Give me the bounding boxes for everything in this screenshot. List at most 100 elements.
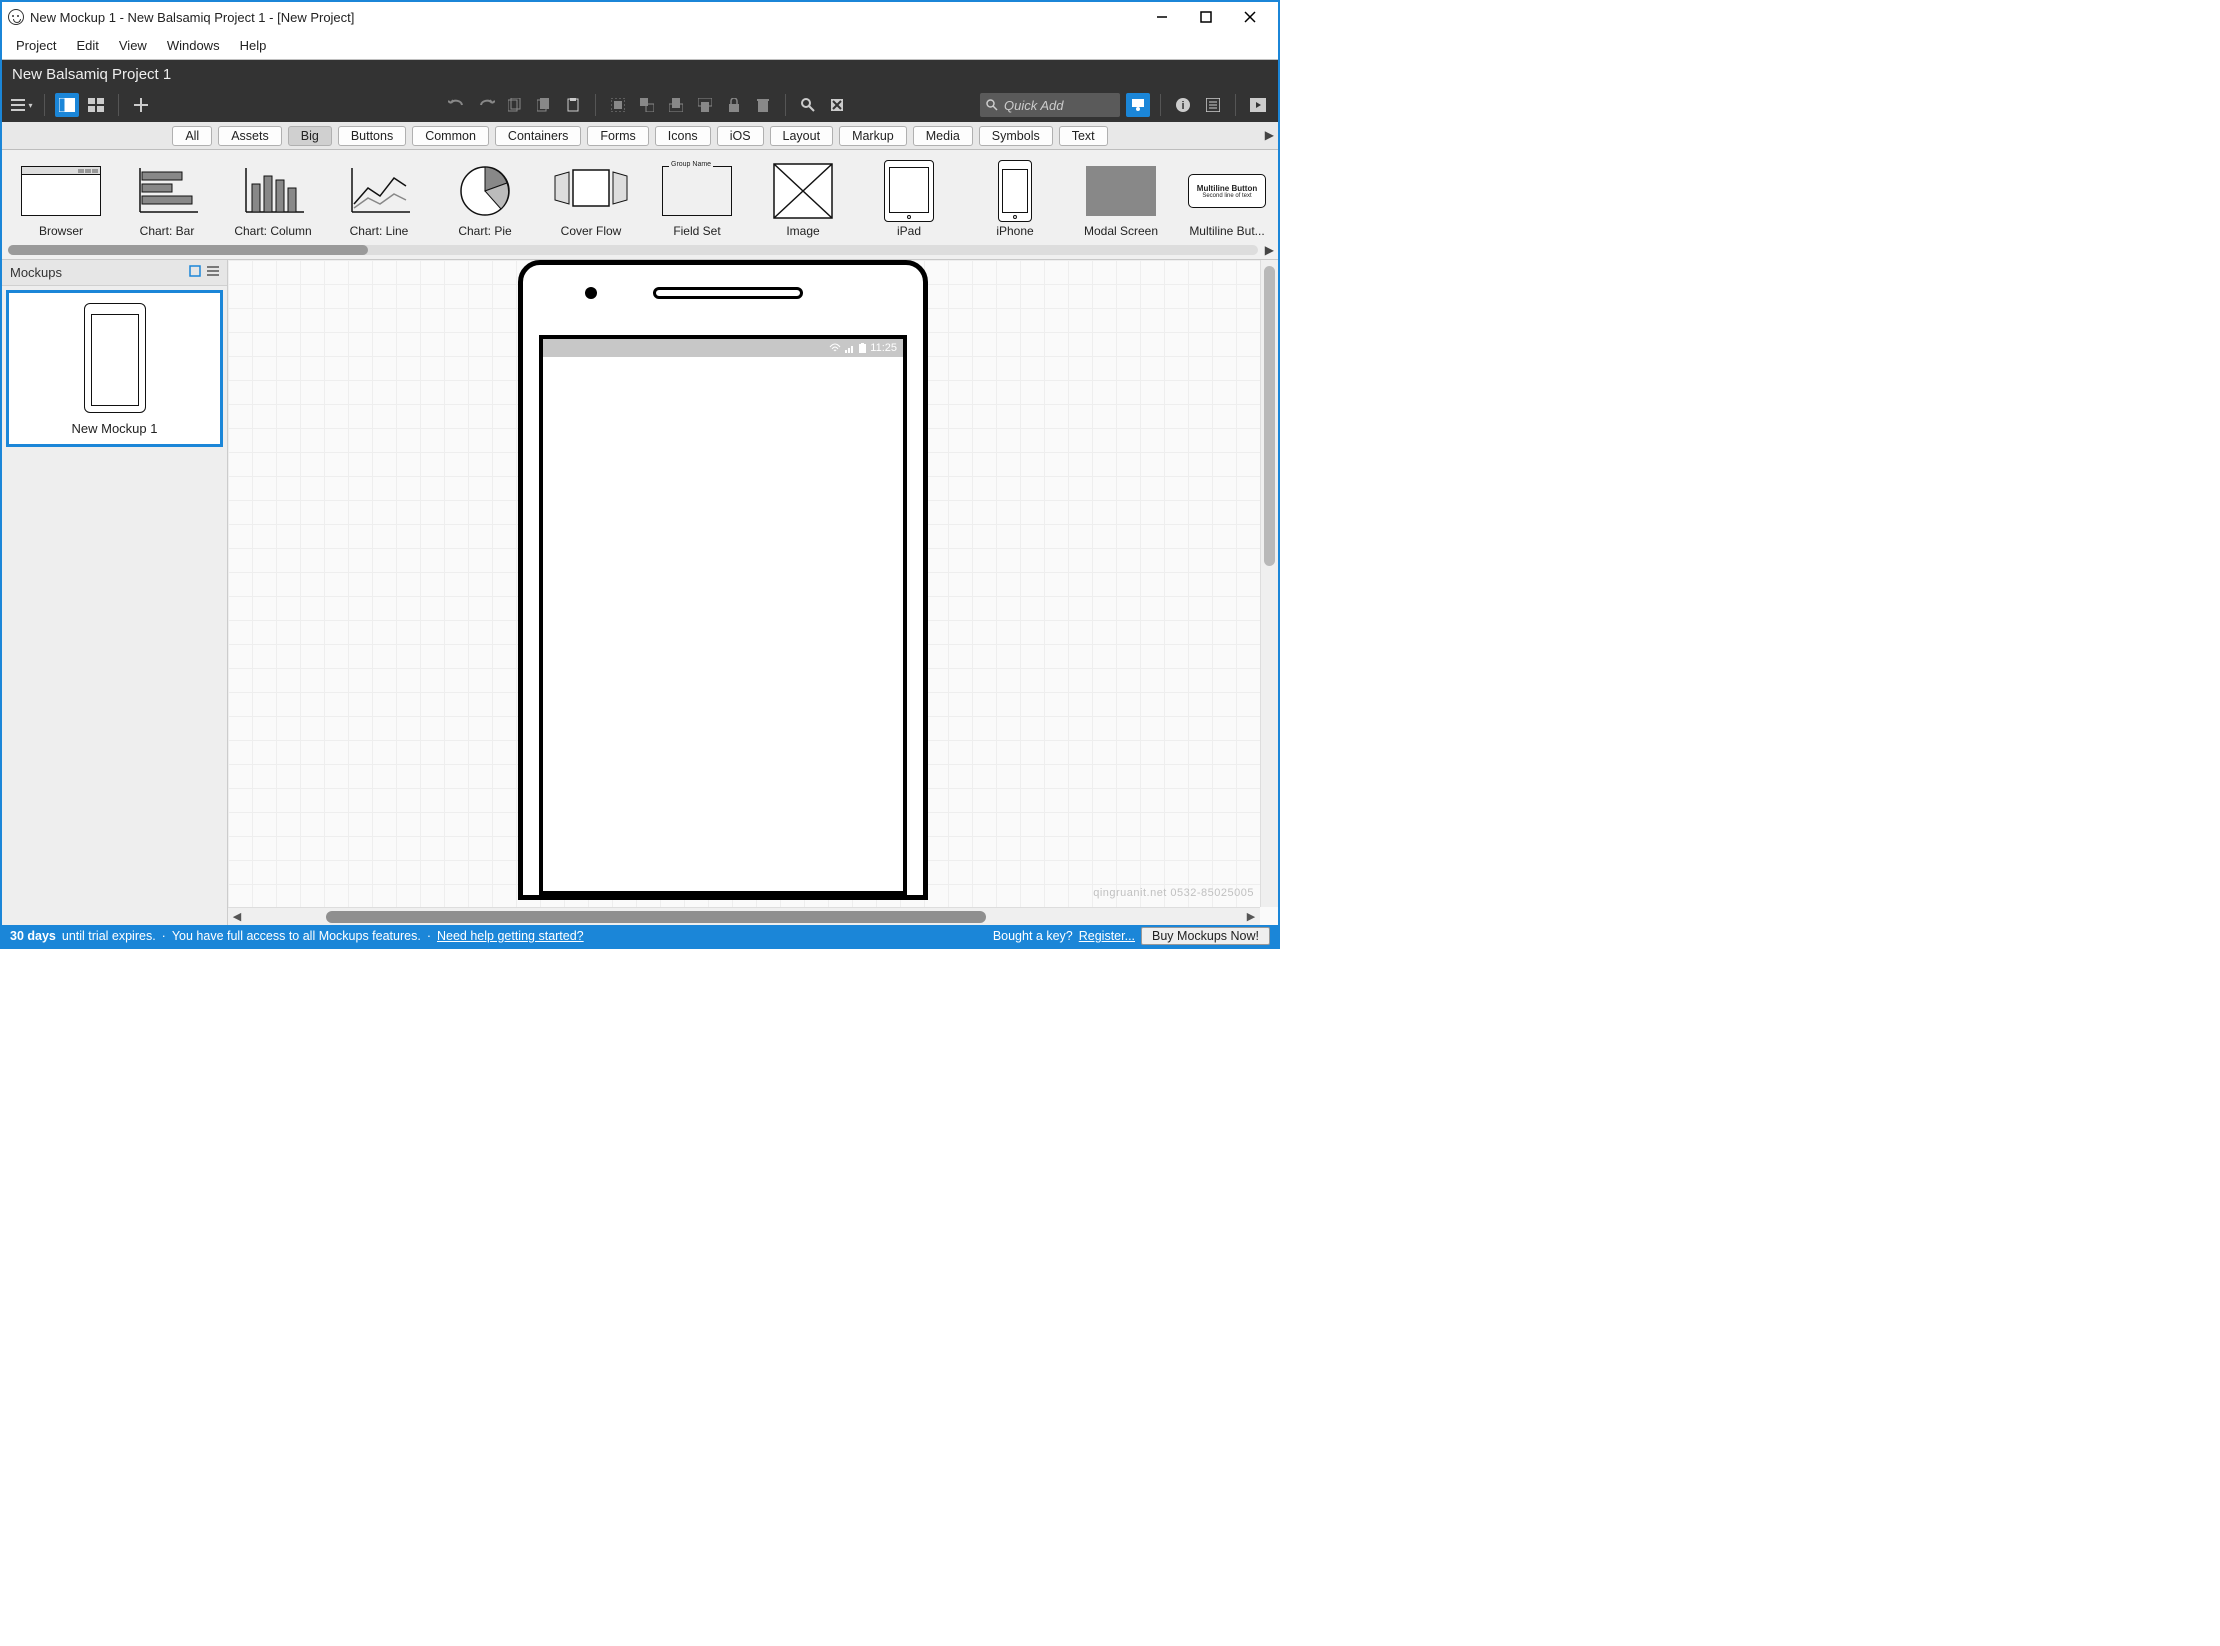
lib-label: Chart: Column <box>220 224 326 238</box>
view-split-icon[interactable] <box>55 93 79 117</box>
quick-add-placeholder: Quick Add <box>1004 98 1064 113</box>
help-getting-started-link[interactable]: Need help getting started? <box>437 929 584 943</box>
libtab-common[interactable]: Common <box>412 126 489 146</box>
libtab-icons[interactable]: Icons <box>655 126 711 146</box>
canvas-vertical-scrollbar[interactable] <box>1260 260 1278 907</box>
window-title: New Mockup 1 - New Balsamiq Project 1 - … <box>30 10 354 25</box>
trial-expires-text: until trial expires. <box>62 929 156 943</box>
android-phone-control[interactable]: 11:25 <box>518 260 928 900</box>
properties-panel-icon[interactable] <box>1201 93 1225 117</box>
hamburger-menu-icon[interactable]: ▾ <box>10 93 34 117</box>
app-smiley-icon <box>8 9 24 25</box>
libtab-markup[interactable]: Markup <box>839 126 907 146</box>
libtab-forms[interactable]: Forms <box>587 126 648 146</box>
view-grid-icon[interactable] <box>84 93 108 117</box>
lib-item-multiline-button[interactable]: Multiline ButtonSecond line of text Mult… <box>1174 158 1278 238</box>
navigator-view-toggle-icon[interactable] <box>189 265 201 280</box>
lib-item-iphone[interactable]: iPhone <box>962 158 1068 238</box>
mockup-thumbnail[interactable]: New Mockup 1 <box>6 290 223 447</box>
fullscreen-present-icon[interactable] <box>1246 93 1270 117</box>
library-category-tabs: All Assets Big Buttons Common Containers… <box>2 122 1278 150</box>
window-maximize-button[interactable] <box>1184 3 1228 31</box>
buy-mockups-button[interactable]: Buy Mockups Now! <box>1141 927 1270 945</box>
scroll-left-icon[interactable]: ◀ <box>228 910 246 923</box>
lib-label: Chart: Pie <box>432 224 538 238</box>
menu-edit[interactable]: Edit <box>66 35 108 56</box>
lock-icon[interactable] <box>722 93 746 117</box>
libtab-layout[interactable]: Layout <box>770 126 834 146</box>
libtab-all[interactable]: All <box>172 126 212 146</box>
scroll-right-icon[interactable]: ▶ <box>1242 910 1260 923</box>
canvas-horizontal-scrollbar[interactable]: ◀ ▶ <box>228 907 1260 925</box>
copy-alt-icon[interactable] <box>532 93 556 117</box>
lib-item-chart-line[interactable]: Chart: Line <box>326 158 432 238</box>
library-horizontal-scrollbar[interactable] <box>8 245 1258 255</box>
libtab-assets[interactable]: Assets <box>218 126 282 146</box>
lib-label: Chart: Bar <box>114 224 220 238</box>
menu-project[interactable]: Project <box>6 35 66 56</box>
menu-view[interactable]: View <box>109 35 157 56</box>
menu-help[interactable]: Help <box>230 35 277 56</box>
copy-icon[interactable] <box>503 93 527 117</box>
trial-footer-bar: 30 days until trial expires. · You have … <box>2 925 1278 947</box>
lib-item-modal-screen[interactable]: Modal Screen <box>1068 158 1174 238</box>
libtab-big[interactable]: Big <box>288 126 332 146</box>
lib-item-field-set[interactable]: Group Name Field Set <box>644 158 750 238</box>
lib-item-chart-column[interactable]: Chart: Column <box>220 158 326 238</box>
info-icon[interactable]: i <box>1171 93 1195 117</box>
project-name-bar: New Balsamiq Project 1 <box>2 60 1278 88</box>
svg-text:i: i <box>1181 100 1184 112</box>
libtab-buttons[interactable]: Buttons <box>338 126 406 146</box>
lib-label: iPhone <box>962 224 1068 238</box>
mockup-thumbnail-label: New Mockup 1 <box>9 421 220 440</box>
markup-toggle-icon[interactable] <box>825 93 849 117</box>
bring-front-icon[interactable] <box>664 93 688 117</box>
canvas[interactable]: 11:25 ◀ ▶ qingruanit.net 0532-85025005 <box>228 260 1278 925</box>
ungroup-icon[interactable] <box>635 93 659 117</box>
lib-item-image[interactable]: Image <box>750 158 856 238</box>
signal-icon <box>845 343 855 353</box>
phone-screen: 11:25 <box>539 335 907 895</box>
menu-windows[interactable]: Windows <box>157 35 230 56</box>
navigator-panel: Mockups New Mockup 1 <box>2 260 228 925</box>
libtab-text[interactable]: Text <box>1059 126 1108 146</box>
watermark-text: qingruanit.net 0532-85025005 <box>1093 887 1254 899</box>
lib-item-ipad[interactable]: iPad <box>856 158 962 238</box>
lib-label: Browser <box>8 224 114 238</box>
lib-item-chart-bar[interactable]: Chart: Bar <box>114 158 220 238</box>
libtab-ios[interactable]: iOS <box>717 126 764 146</box>
send-back-icon[interactable] <box>693 93 717 117</box>
paste-icon[interactable] <box>561 93 585 117</box>
window-titlebar: New Mockup 1 - New Balsamiq Project 1 - … <box>2 2 1278 32</box>
libtab-symbols[interactable]: Symbols <box>979 126 1053 146</box>
mockup-thumbnail-preview <box>84 303 146 413</box>
register-link[interactable]: Register... <box>1079 929 1135 943</box>
lib-label: Modal Screen <box>1068 224 1174 238</box>
main-toolbar: ▾ Quick Add i <box>2 88 1278 122</box>
libtab-media[interactable]: Media <box>913 126 973 146</box>
quick-add-input[interactable]: Quick Add <box>980 93 1120 117</box>
redo-icon[interactable] <box>474 93 498 117</box>
trash-icon[interactable] <box>751 93 775 117</box>
library-tabs-scroll-right-icon[interactable]: ▶ <box>1265 128 1274 142</box>
libtab-containers[interactable]: Containers <box>495 126 581 146</box>
window-minimize-button[interactable] <box>1140 3 1184 31</box>
lib-label: Image <box>750 224 856 238</box>
ui-library-row: Browser Chart: Bar Chart: Column Chart: … <box>2 150 1278 260</box>
phone-status-bar: 11:25 <box>543 339 903 357</box>
phone-speaker-icon <box>653 287 803 299</box>
bought-key-text: Bought a key? <box>993 929 1073 943</box>
wifi-icon <box>829 343 841 353</box>
add-mockup-icon[interactable] <box>129 93 153 117</box>
phone-status-time: 11:25 <box>870 342 897 354</box>
undo-icon[interactable] <box>445 93 469 117</box>
lib-item-browser[interactable]: Browser <box>8 158 114 238</box>
zoom-icon[interactable] <box>796 93 820 117</box>
group-icon[interactable] <box>606 93 630 117</box>
lib-item-cover-flow[interactable]: Cover Flow <box>538 158 644 238</box>
window-close-button[interactable] <box>1228 3 1272 31</box>
toggle-library-icon[interactable] <box>1126 93 1150 117</box>
lib-item-chart-pie[interactable]: Chart: Pie <box>432 158 538 238</box>
library-scroll-right-icon[interactable]: ▶ <box>1265 243 1274 257</box>
navigator-list-icon[interactable] <box>207 265 219 280</box>
